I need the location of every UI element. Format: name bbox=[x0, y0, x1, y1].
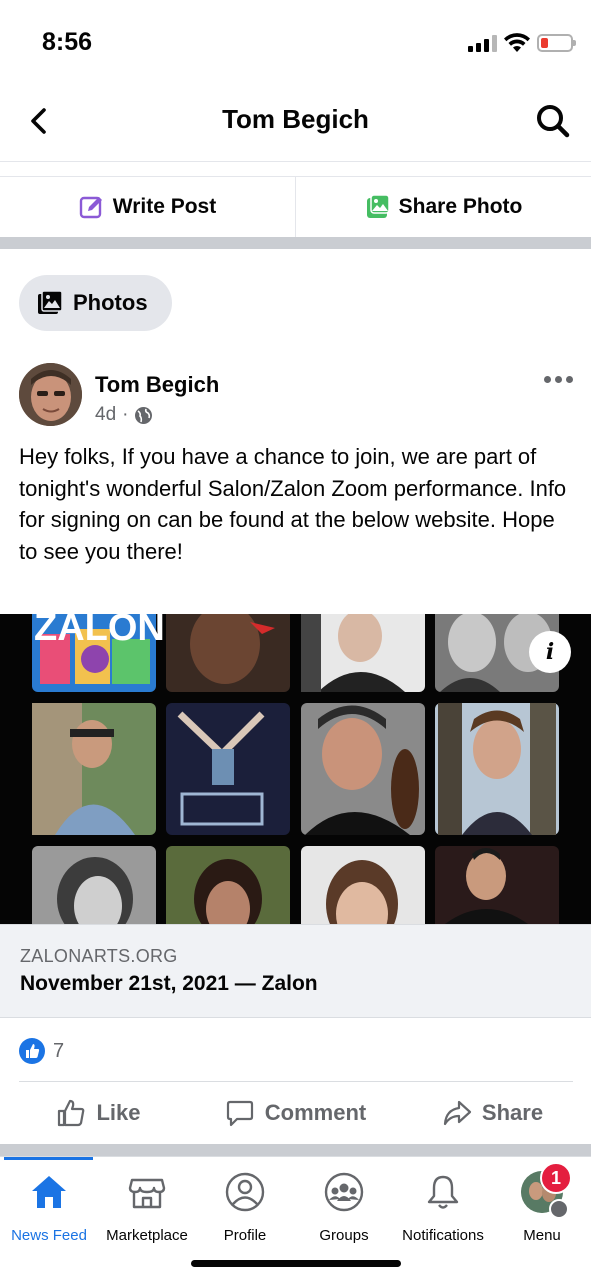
post-time: 4d bbox=[95, 404, 117, 425]
author-avatar[interactable] bbox=[19, 363, 82, 426]
photos-button[interactable]: Photos bbox=[19, 275, 172, 331]
like-label: Like bbox=[96, 1100, 141, 1125]
composer-bar: Write Post Share Photo bbox=[0, 176, 591, 237]
photos-icon bbox=[38, 291, 63, 314]
comment-button[interactable]: Comment bbox=[197, 1082, 394, 1144]
link-domain: ZALONARTS.ORG bbox=[20, 946, 178, 966]
tab-label-marketplace: Marketplace bbox=[106, 1227, 188, 1244]
tab-groups[interactable]: Groups bbox=[295, 1169, 393, 1249]
menu-notification-badge: 1 bbox=[540, 1162, 572, 1194]
comment-label: Comment bbox=[264, 1100, 367, 1125]
image-tile-2 bbox=[166, 614, 290, 692]
post-meta: 4d · bbox=[95, 404, 153, 426]
post-actions: Like Comment Share bbox=[0, 1082, 591, 1144]
info-button[interactable]: i bbox=[529, 631, 571, 673]
tab-label-groups: Groups bbox=[319, 1227, 369, 1244]
link-title: November 21st, 2021 — Zalon bbox=[20, 972, 318, 995]
search-button[interactable] bbox=[534, 102, 572, 140]
page-header: Tom Begich bbox=[0, 80, 591, 162]
meta-separator: · bbox=[122, 404, 129, 425]
post-options-button[interactable] bbox=[544, 372, 574, 386]
section-divider-bottom bbox=[0, 1144, 591, 1156]
like-button[interactable]: Like bbox=[0, 1082, 197, 1144]
image-tile-6 bbox=[166, 703, 290, 835]
share-icon bbox=[443, 1100, 472, 1126]
post-text: Hey folks, If you have a chance to join,… bbox=[19, 444, 567, 564]
marketplace-icon bbox=[128, 1178, 166, 1209]
home-indicator[interactable] bbox=[191, 1260, 401, 1267]
active-tab-indicator bbox=[4, 1157, 93, 1160]
tab-news-feed[interactable]: News Feed bbox=[0, 1169, 98, 1249]
zalon-banner-text: ZALON bbox=[34, 614, 165, 649]
image-tile-3 bbox=[301, 614, 425, 692]
share-button[interactable]: Share bbox=[394, 1082, 591, 1144]
share-label: Share bbox=[481, 1100, 544, 1125]
image-tile-5 bbox=[32, 703, 156, 835]
tab-label-profile: Profile bbox=[223, 1227, 267, 1244]
groups-icon bbox=[324, 1172, 364, 1212]
profile-icon bbox=[225, 1172, 265, 1212]
image-tile-9 bbox=[32, 846, 156, 924]
image-tile-10 bbox=[166, 846, 290, 924]
thumbs-up-icon bbox=[58, 1099, 85, 1127]
tab-label-notifications: Notifications bbox=[402, 1227, 484, 1244]
status-bar: 8:56 bbox=[0, 0, 591, 80]
battery-icon bbox=[537, 34, 576, 52]
globe-icon bbox=[135, 406, 153, 424]
image-tile-8 bbox=[435, 703, 559, 835]
bell-icon bbox=[427, 1175, 459, 1209]
tab-marketplace[interactable]: Marketplace bbox=[98, 1169, 196, 1249]
section-divider bbox=[0, 237, 591, 249]
photos-label: Photos bbox=[73, 290, 148, 315]
tab-profile[interactable]: Profile bbox=[196, 1169, 294, 1249]
image-tile-11 bbox=[301, 846, 425, 924]
tab-label-menu: Menu bbox=[523, 1227, 561, 1244]
cellular-signal-icon bbox=[468, 34, 497, 52]
reaction-count: 7 bbox=[53, 1039, 65, 1062]
tab-label-news-feed: News Feed bbox=[11, 1227, 87, 1244]
photo-icon bbox=[366, 194, 390, 218]
image-tile-7 bbox=[301, 703, 425, 835]
tab-notifications[interactable]: Notifications bbox=[394, 1169, 492, 1249]
comment-icon bbox=[226, 1100, 253, 1127]
post-author[interactable]: Tom Begich bbox=[95, 372, 219, 398]
menu-lines-icon bbox=[549, 1199, 569, 1219]
share-photo-label: Share Photo bbox=[398, 195, 523, 218]
link-card[interactable]: ZALONARTS.ORG November 21st, 2021 — Zalo… bbox=[0, 924, 591, 1018]
wifi-icon bbox=[504, 33, 530, 52]
write-post-label: Write Post bbox=[112, 195, 217, 218]
page-title: Tom Begich bbox=[222, 104, 369, 134]
write-post-button[interactable]: Write Post bbox=[0, 177, 295, 237]
image-tile-12 bbox=[435, 846, 559, 924]
edit-icon bbox=[79, 196, 102, 219]
home-icon bbox=[32, 1176, 66, 1208]
link-preview-image[interactable]: ZALON bbox=[0, 614, 591, 924]
share-photo-button[interactable]: Share Photo bbox=[295, 177, 591, 237]
status-time: 8:56 bbox=[42, 28, 93, 56]
reactions-summary[interactable]: 7 bbox=[19, 1038, 64, 1064]
like-reaction-icon bbox=[19, 1038, 45, 1064]
